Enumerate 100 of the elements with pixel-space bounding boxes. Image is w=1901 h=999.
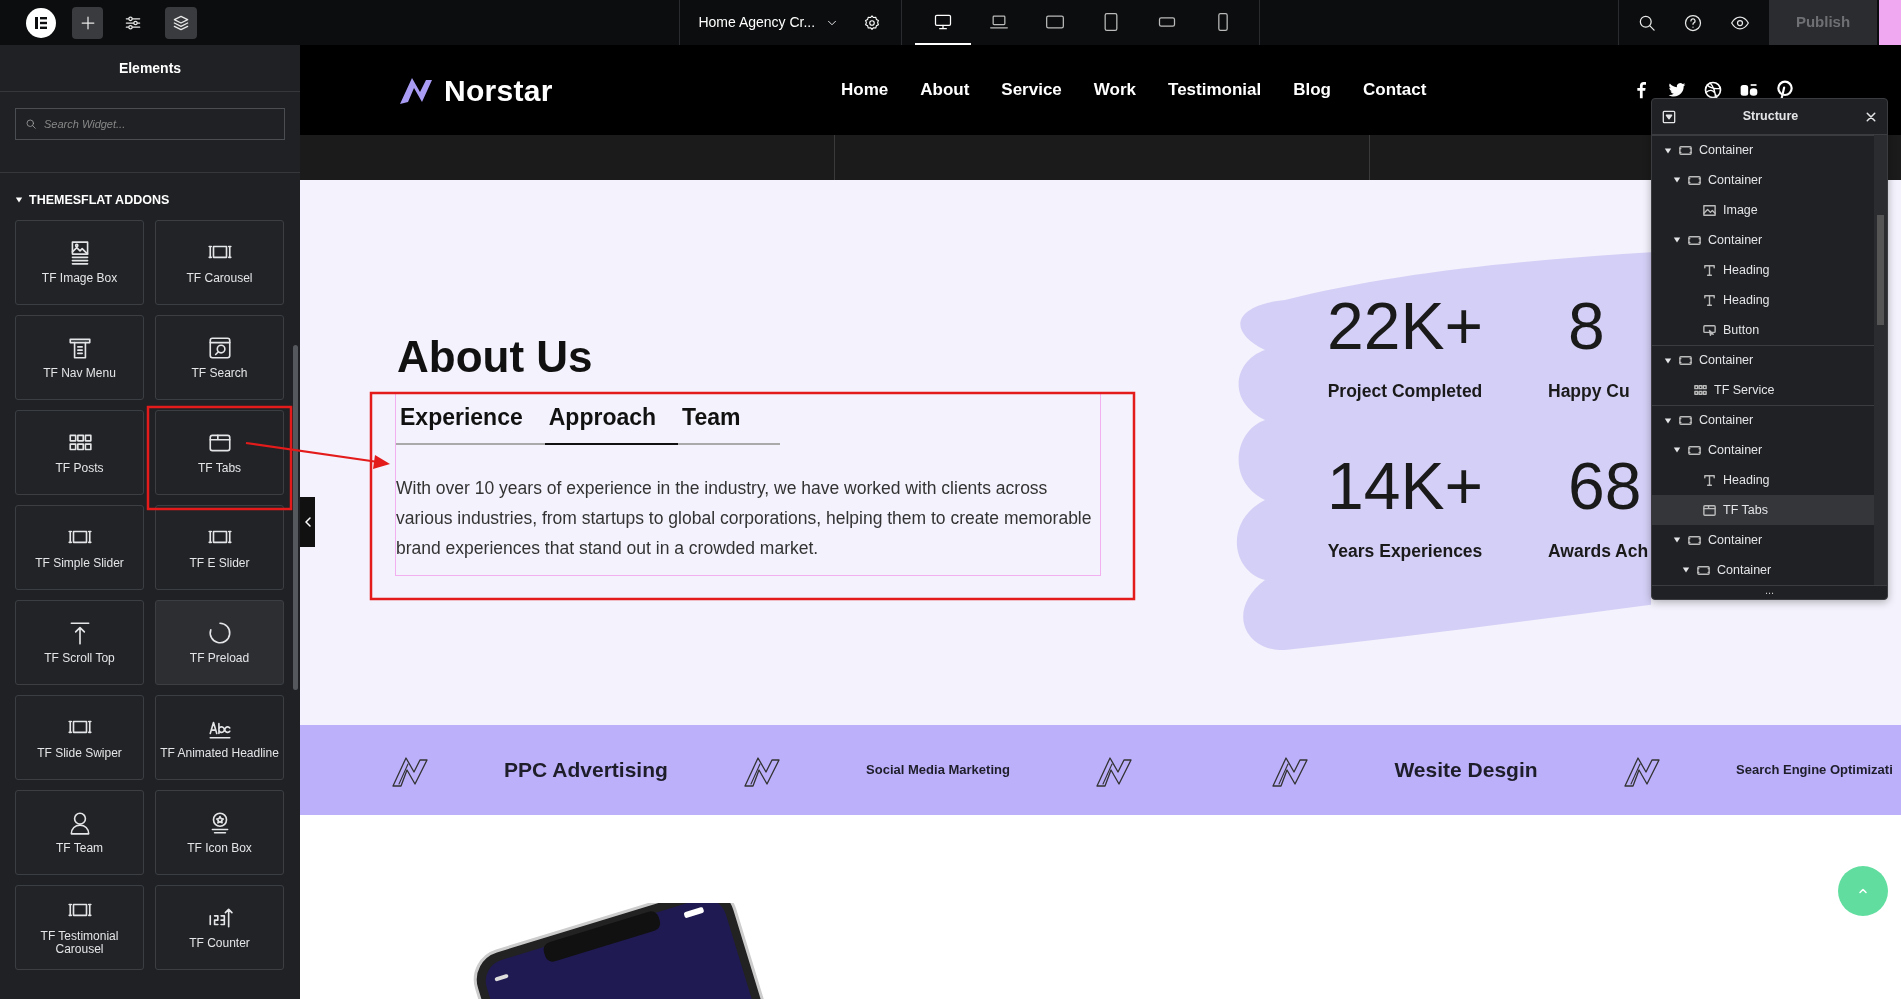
caret-icon[interactable] <box>1664 146 1672 155</box>
tree-item[interactable]: Container <box>1652 405 1874 435</box>
tree-item[interactable]: Image <box>1652 195 1874 225</box>
caret-icon[interactable] <box>1673 446 1681 454</box>
tree-label: Container <box>1708 171 1763 189</box>
tree-item[interactable]: Container <box>1652 165 1874 195</box>
widget-tile[interactable]: TF Icon Box <box>155 789 284 875</box>
tree-item[interactable]: Container <box>1652 225 1874 255</box>
caret-icon[interactable] <box>1664 356 1672 365</box>
settings-icon[interactable] <box>863 13 882 32</box>
nav-link[interactable]: Blog <box>1293 77 1331 103</box>
caret-icon[interactable] <box>1664 416 1672 425</box>
tree-label: Button <box>1723 321 1760 339</box>
tree-label: TF Service <box>1714 381 1775 399</box>
tree-item[interactable]: Container <box>1652 345 1874 375</box>
social-icon[interactable] <box>1703 80 1723 100</box>
editor-logo[interactable] <box>26 7 56 38</box>
widget-tile[interactable]: TF E Slider <box>155 504 284 590</box>
tree-item[interactable]: Container <box>1652 525 1874 555</box>
tree-item[interactable]: Heading <box>1652 465 1874 495</box>
grid-icon <box>1693 382 1708 398</box>
category-title[interactable]: THEMESFLAT ADDONS <box>29 191 170 210</box>
widget-tile[interactable]: TF Animated Headline <box>155 694 284 780</box>
panel-title: Structure <box>1741 108 1800 126</box>
search-window-icon <box>206 334 233 361</box>
image-icon <box>1702 202 1717 218</box>
brand-name[interactable]: Norstar <box>444 67 553 113</box>
tree-label: Container <box>1699 352 1754 370</box>
add-button[interactable] <box>71 6 104 39</box>
close-icon[interactable] <box>1865 110 1877 123</box>
stat-number: 14K+ <box>1327 448 1483 526</box>
tree-item[interactable]: Heading <box>1652 285 1874 315</box>
collapse-icon[interactable] <box>1662 109 1676 124</box>
widget-tile[interactable]: TF Carousel <box>155 219 284 305</box>
caret-icon[interactable] <box>1682 566 1690 574</box>
tree-label: Heading <box>1723 291 1770 309</box>
nav-link[interactable]: Service <box>1001 77 1062 103</box>
stat-number: 68 <box>1568 448 1642 526</box>
stat-label: Project Completed <box>1327 380 1483 403</box>
tree-item[interactable]: TF Service <box>1652 375 1874 405</box>
tab[interactable]: Experience <box>396 396 545 445</box>
service-name: Social Media Marketing <box>866 761 1010 780</box>
tree-label: Container <box>1717 561 1772 579</box>
service-name: PPC Advertising <box>504 757 668 784</box>
tree-label: Container <box>1708 531 1763 549</box>
tree-label: Container <box>1708 231 1763 249</box>
tree-item[interactable]: Container <box>1652 555 1874 585</box>
container-icon <box>1678 143 1693 158</box>
tree-item[interactable]: Button <box>1652 315 1874 345</box>
service-name: Search Engine Optimizati <box>1736 761 1893 780</box>
widget-tile[interactable]: TF Team <box>15 789 144 875</box>
chevron-left-icon <box>303 517 312 527</box>
collapse-panel-button[interactable] <box>300 497 315 547</box>
nav-link[interactable]: Testimonial <box>1168 77 1262 103</box>
caret-icon[interactable] <box>15 196 23 205</box>
social-icon[interactable] <box>1775 80 1795 100</box>
tree-label: Container <box>1708 441 1763 459</box>
button-icon <box>1702 322 1717 338</box>
stat-number: 22K+ <box>1327 288 1483 365</box>
widget-tile[interactable]: TF Nav Menu <box>15 314 144 400</box>
tree-label: Container <box>1699 142 1754 160</box>
widget-tile[interactable]: TF Testimonial Carousel <box>15 884 144 970</box>
tree-item[interactable]: TF Tabs <box>1652 495 1874 525</box>
widget-tile[interactable]: TF Simple Slider <box>15 504 144 590</box>
tree-item[interactable]: Heading <box>1652 255 1874 285</box>
nav-link[interactable]: Contact <box>1363 77 1427 103</box>
stat-label: Awards Ach <box>1548 540 1649 564</box>
nav-link[interactable]: About <box>920 77 970 103</box>
widget-tile[interactable]: TF Slide Swiper <box>15 694 144 780</box>
structure-button[interactable] <box>165 6 197 39</box>
widget-tile[interactable]: TF Search <box>155 314 284 400</box>
caret-icon[interactable] <box>1673 176 1681 184</box>
caret-icon[interactable] <box>1673 536 1681 544</box>
widget-tile[interactable]: TF Tabs <box>155 409 284 495</box>
stat-label: Years Experiences <box>1327 540 1483 564</box>
scrollbar[interactable] <box>293 345 298 690</box>
tab[interactable]: Approach <box>544 396 679 445</box>
tree-item[interactable]: Container <box>1652 435 1874 465</box>
help-icon <box>1683 12 1704 33</box>
nav-link[interactable]: Home <box>841 77 889 103</box>
scrollbar[interactable] <box>1877 215 1884 325</box>
spinner-icon <box>206 619 233 646</box>
widget-tile[interactable]: TF Preload <box>155 599 284 685</box>
widget-tile[interactable]: TF Scroll Top <box>15 599 144 685</box>
document-title[interactable]: Home Agency Cr... <box>698 12 816 33</box>
widget-tile[interactable]: TF Posts <box>15 409 144 495</box>
tree-item[interactable]: Container <box>1652 135 1874 165</box>
search-field[interactable]: Search Widget... <box>15 108 285 140</box>
resize-handle[interactable]: ... <box>1652 585 1887 599</box>
tab-icon <box>1702 502 1717 518</box>
stat-label: Happy Cu <box>1548 380 1630 403</box>
tab[interactable]: Team <box>678 396 781 445</box>
tree-label: Heading <box>1723 471 1770 489</box>
tree-label: Image <box>1723 201 1758 219</box>
service-name: Wesite Desgin <box>1394 757 1538 784</box>
caret-icon[interactable] <box>1673 236 1681 244</box>
widget-tile[interactable]: TF Counter <box>155 884 284 970</box>
text-icon <box>1702 472 1717 488</box>
widget-tile[interactable]: TF Image Box <box>15 219 144 305</box>
nav-link[interactable]: Work <box>1093 77 1137 103</box>
